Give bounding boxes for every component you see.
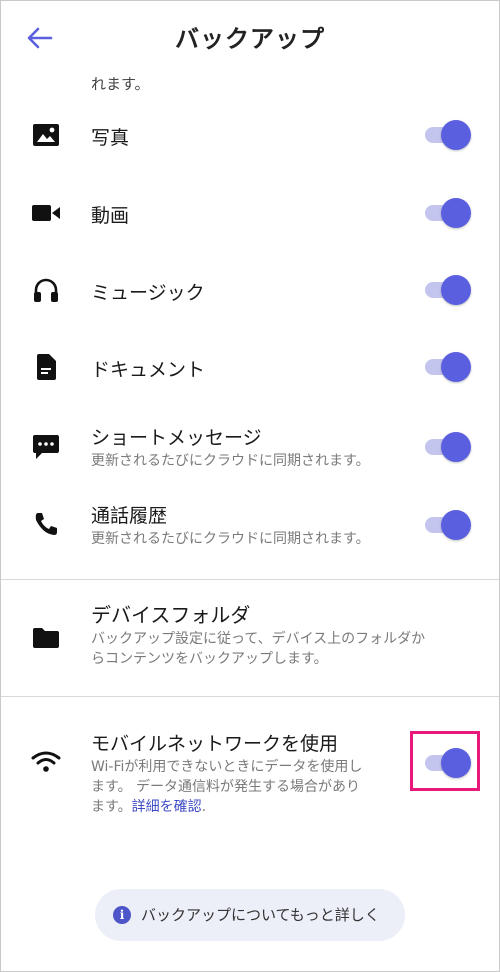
highlight-frame — [410, 731, 480, 791]
learn-more-backup-button[interactable]: i バックアップについてもっと詳しく — [95, 889, 405, 941]
device-folder-title: デバイスフォルダ — [91, 603, 251, 627]
header: バックアップ — [1, 1, 499, 77]
setting-row-sms[interactable]: ショートメッセージ 更新されるたびにクラウドに同期されます。 — [1, 421, 499, 481]
learn-more-link[interactable]: 詳細を確認 — [132, 799, 202, 815]
mobile-network-title: モバイルネットワークを使用 — [91, 733, 339, 755]
divider — [1, 579, 499, 580]
image-icon — [31, 120, 61, 150]
screen: バックアップ れます。 写真 動画 ミュージック ドキュメント ショートメッセー… — [0, 0, 500, 972]
device-folder-desc-line2: らコンテンツをバックアップします。 — [91, 651, 328, 667]
phone-icon — [31, 509, 61, 539]
device-folder-row[interactable]: デバイスフォルダ バックアップ設定に従って、デバイス上のフォルダか らコンテンツ… — [1, 597, 499, 677]
setting-label: ショートメッセージ — [91, 427, 262, 449]
setting-row-music[interactable]: ミュージック — [1, 266, 499, 316]
setting-label: 動画 — [91, 205, 130, 227]
desc-prefix: ます。 — [91, 799, 132, 815]
toggle-videos[interactable] — [423, 198, 471, 228]
toggle-call-history[interactable] — [423, 510, 471, 540]
setting-label: 写真 — [91, 127, 130, 149]
setting-label: 通話履歴 — [91, 505, 168, 527]
headphones-icon — [31, 275, 61, 305]
mobile-network-desc-line3: ます。詳細を確認. — [91, 797, 206, 817]
page-title: バックアップ — [175, 25, 325, 53]
toggle-documents[interactable] — [423, 352, 471, 382]
setting-row-documents[interactable]: ドキュメント — [1, 343, 499, 393]
message-icon — [31, 431, 61, 461]
setting-label: ミュージック — [91, 282, 205, 304]
learn-more-backup-label: バックアップについてもっと詳しく — [141, 906, 380, 924]
toggle-photos[interactable] — [423, 120, 471, 150]
folder-icon — [31, 623, 61, 653]
desc-suffix: . — [201, 799, 207, 815]
info-icon: i — [113, 906, 131, 924]
divider — [1, 696, 499, 697]
video-camera-icon — [31, 198, 61, 228]
setting-row-videos[interactable]: 動画 — [1, 189, 499, 239]
setting-sublabel: 更新されるたびにクラウドに同期されます。 — [91, 531, 370, 547]
wifi-icon — [31, 747, 61, 777]
setting-row-photos[interactable]: 写真 — [1, 111, 499, 161]
toggle-music[interactable] — [423, 275, 471, 305]
truncated-description: れます。 — [91, 75, 150, 91]
toggle-sms[interactable] — [423, 432, 471, 462]
setting-sublabel: 更新されるたびにクラウドに同期されます。 — [91, 453, 370, 469]
mobile-network-desc-line1: Wi-Fiが利用できないときにデータを使用し — [91, 759, 363, 775]
setting-row-call-history[interactable]: 通話履歴 更新されるたびにクラウドに同期されます。 — [1, 499, 499, 559]
mobile-network-desc-line2: ます。 データ通信料が発生する場合があり — [91, 779, 361, 795]
device-folder-desc-line1: バックアップ設定に従って、デバイス上のフォルダか — [91, 631, 426, 647]
document-icon — [31, 352, 61, 382]
setting-label: ドキュメント — [91, 359, 206, 381]
